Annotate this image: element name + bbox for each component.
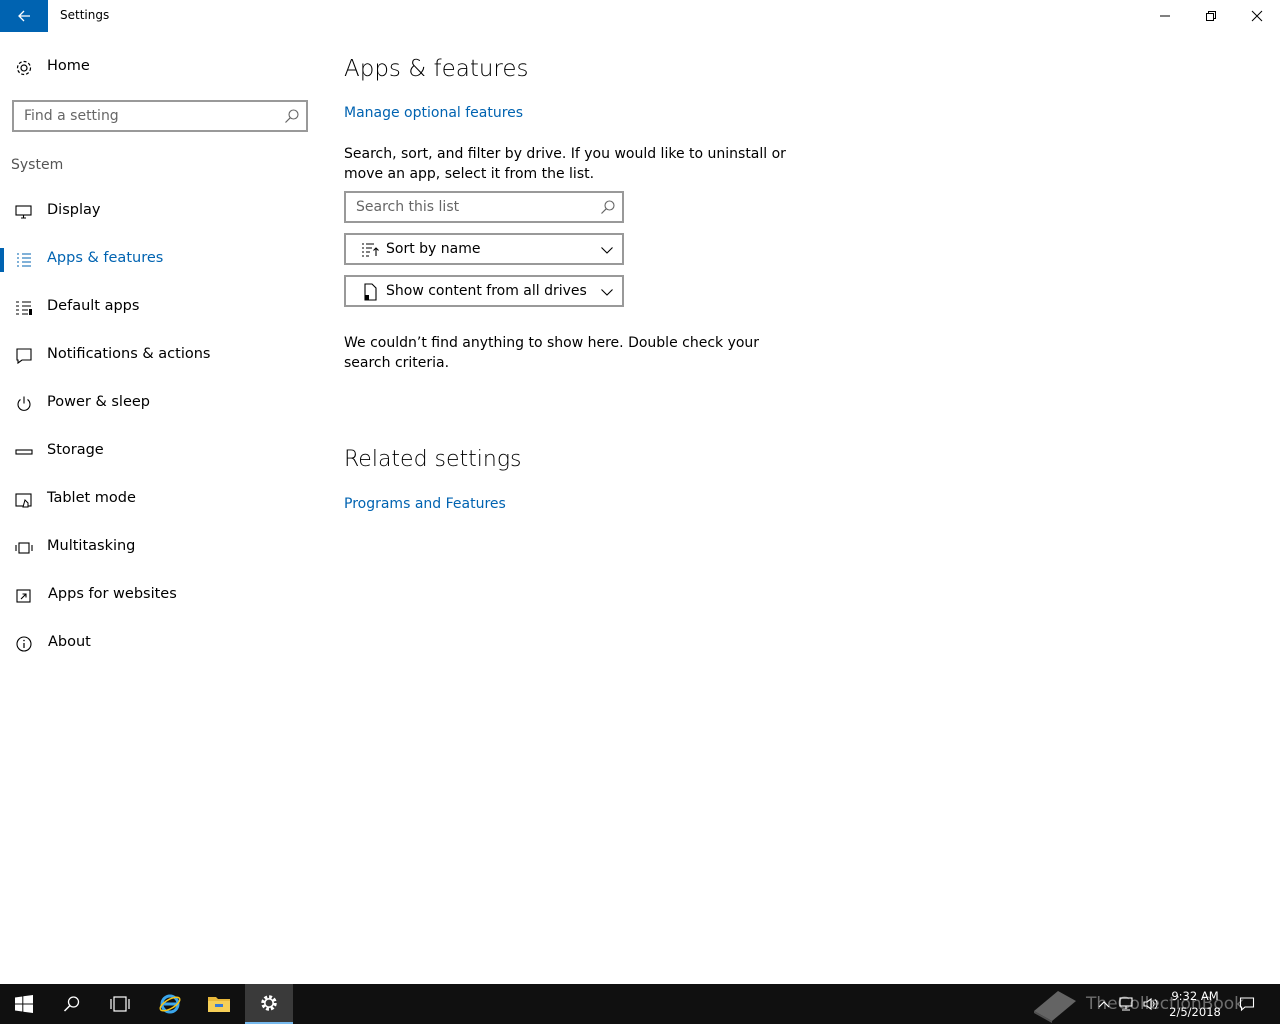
notification-icon (1239, 997, 1255, 1012)
page-title: Apps & features (344, 56, 529, 82)
drive-icon (364, 283, 377, 301)
gear-icon (261, 995, 277, 1011)
search-list-input[interactable] (356, 193, 596, 221)
apps-list-icon (17, 253, 31, 267)
sidebar-item-power-sleep[interactable]: Power & sleep (0, 384, 320, 424)
monitor-icon (15, 205, 32, 219)
sidebar-item-label: Display (47, 202, 101, 218)
programs-and-features-link[interactable]: Programs and Features (344, 496, 506, 512)
internet-explorer-icon (159, 994, 181, 1014)
task-view-icon (110, 996, 130, 1012)
sidebar-item-default-apps[interactable]: Default apps (0, 288, 320, 328)
sidebar-item-label: Tablet mode (47, 490, 136, 506)
clock-date: 2/5/2018 (1169, 1005, 1221, 1019)
start-button[interactable] (0, 984, 48, 1024)
filter-dropdown-value: Show content from all drives (386, 283, 587, 299)
gear-icon (16, 60, 32, 76)
sidebar-item-multitasking[interactable]: Multitasking (0, 528, 320, 568)
show-hidden-icons-button[interactable] (1094, 984, 1114, 1024)
speaker-icon (1143, 997, 1158, 1011)
sidebar-item-tablet-mode[interactable]: Tablet mode (0, 480, 320, 520)
clock-time: 9:32 AM (1171, 989, 1219, 1003)
search-list-box[interactable] (344, 191, 624, 223)
network-icon (1119, 997, 1133, 1011)
file-explorer-button[interactable] (195, 984, 243, 1024)
storage-icon (15, 449, 33, 455)
back-button[interactable] (0, 0, 48, 32)
power-icon (17, 396, 31, 411)
close-icon (1251, 10, 1263, 22)
open-in-app-icon (16, 589, 31, 603)
book-icon (1034, 991, 1076, 1023)
windows-logo-icon (15, 995, 33, 1013)
close-button[interactable] (1234, 0, 1280, 32)
notification-icon (16, 348, 32, 365)
sidebar: Home System Display Apps & features Defa… (0, 32, 320, 984)
search-icon (285, 109, 299, 123)
tablet-icon (15, 493, 32, 508)
minimize-button[interactable] (1142, 0, 1188, 32)
sidebar-home-label: Home (47, 58, 90, 74)
filter-drive-dropdown[interactable]: Show content from all drives (344, 275, 624, 307)
sidebar-item-label: Storage (47, 442, 104, 458)
sidebar-item-label: About (48, 634, 91, 650)
sort-dropdown-value: Sort by name (386, 241, 481, 257)
manage-optional-features-link[interactable]: Manage optional features (344, 105, 523, 121)
sidebar-item-home[interactable]: Home (0, 52, 320, 84)
related-settings-title: Related settings (344, 447, 522, 472)
action-center-button[interactable] (1234, 984, 1260, 1024)
group-label-system: System (11, 157, 64, 173)
multitasking-icon (15, 542, 33, 554)
restore-icon (1206, 11, 1216, 21)
search-taskbar-button[interactable] (48, 984, 96, 1024)
sidebar-item-label: Multitasking (47, 538, 136, 554)
search-icon (601, 200, 615, 214)
page-description: Search, sort, and filter by drive. If yo… (344, 146, 786, 182)
default-apps-icon (16, 301, 32, 315)
find-setting-input[interactable] (24, 102, 274, 130)
sidebar-item-label: Notifications & actions (47, 346, 211, 362)
restore-button[interactable] (1188, 0, 1234, 32)
sidebar-item-notifications[interactable]: Notifications & actions (0, 336, 320, 376)
edge-browser-button[interactable] (146, 984, 194, 1024)
find-setting-search[interactable] (12, 100, 308, 132)
title-bar: Settings (0, 0, 1280, 32)
sort-dropdown[interactable]: Sort by name (344, 233, 624, 265)
sort-icon (362, 243, 379, 257)
folder-icon (208, 997, 230, 1012)
sidebar-item-apps-features[interactable]: Apps & features (0, 240, 320, 280)
sidebar-item-label: Apps for websites (48, 586, 177, 602)
sidebar-item-about[interactable]: About (0, 624, 320, 664)
sidebar-item-display[interactable]: Display (0, 192, 320, 232)
chevron-down-icon (601, 247, 613, 254)
window-title: Settings (60, 8, 110, 22)
taskbar-clock[interactable]: 9:32 AM 2/5/2018 (1160, 988, 1230, 1020)
sidebar-item-storage[interactable]: Storage (0, 432, 320, 472)
volume-tray-button[interactable] (1140, 984, 1160, 1024)
chevron-up-icon (1098, 1001, 1110, 1008)
sidebar-item-label: Power & sleep (47, 394, 150, 410)
active-indicator (0, 248, 4, 272)
empty-results-message: We couldn’t find anything to show here. … (344, 335, 760, 371)
minimize-icon (1160, 15, 1170, 17)
taskbar: TheCollectionBook 9:32 AM 2/5/2018 (0, 984, 1280, 1024)
info-icon (16, 636, 32, 652)
network-tray-button[interactable] (1116, 984, 1136, 1024)
search-icon (63, 996, 80, 1012)
sidebar-item-label: Default apps (47, 298, 140, 314)
settings-taskbar-button[interactable] (245, 984, 293, 1024)
sidebar-item-label: Apps & features (47, 250, 164, 266)
chevron-down-icon (601, 289, 613, 296)
back-arrow-icon (18, 10, 30, 22)
task-view-button[interactable] (96, 984, 144, 1024)
sidebar-item-apps-for-websites[interactable]: Apps for websites (0, 576, 320, 616)
